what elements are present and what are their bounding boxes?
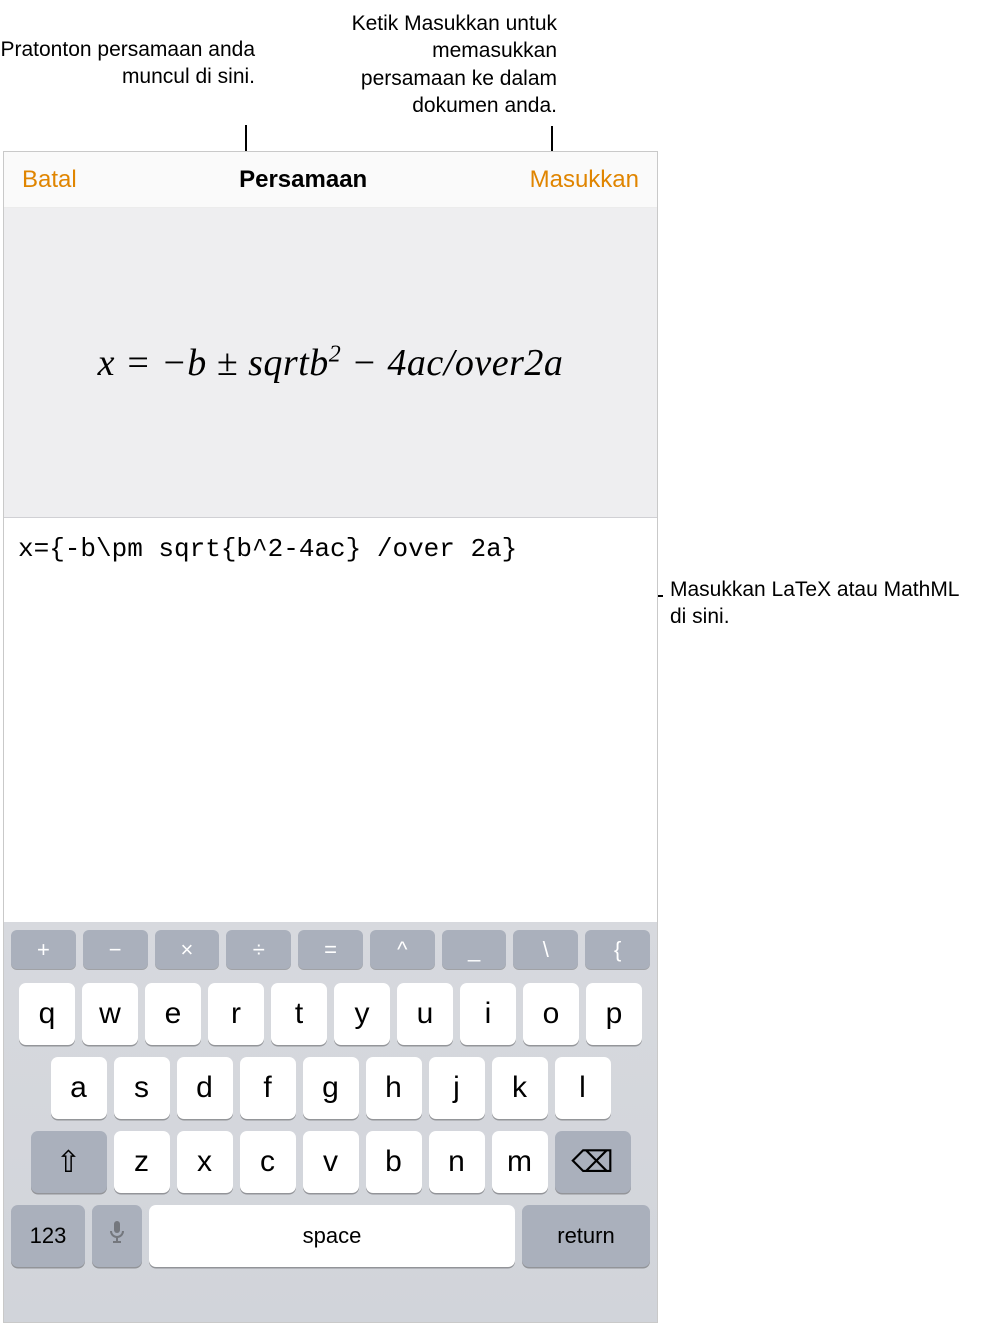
key-l[interactable]: l: [555, 1057, 611, 1119]
key-÷[interactable]: ÷: [226, 930, 291, 969]
key-h[interactable]: h: [366, 1057, 422, 1119]
space-label: space: [303, 1223, 362, 1249]
key-−[interactable]: −: [83, 930, 148, 969]
key-f[interactable]: f: [240, 1057, 296, 1119]
key-q[interactable]: q: [19, 983, 75, 1045]
key-r[interactable]: r: [208, 983, 264, 1045]
key-i[interactable]: i: [460, 983, 516, 1045]
key-×[interactable]: ×: [155, 930, 220, 969]
symbol-row: +−×÷=^_\{: [4, 930, 657, 977]
callout-preview: Pratonton persamaan anda muncul di sini.: [0, 36, 255, 91]
callout-input: Masukkan LaTeX atau MathML di sini.: [670, 576, 970, 631]
key-k[interactable]: k: [492, 1057, 548, 1119]
return-label: return: [557, 1223, 614, 1249]
equation-preview: x = −b ± sqrtb2 − 4ac/over2a: [4, 208, 657, 518]
key-z[interactable]: z: [114, 1131, 170, 1193]
key-{[interactable]: {: [585, 930, 650, 969]
keyboard-row-3: ⇧ zxcvbnm ⌫: [4, 1125, 657, 1199]
key-v[interactable]: v: [303, 1131, 359, 1193]
title-label: Persamaan: [239, 166, 367, 194]
keyboard-row-1: qwertyuiop: [4, 977, 657, 1051]
key-e[interactable]: e: [145, 983, 201, 1045]
callout-input-text: Masukkan LaTeX atau MathML di sini.: [670, 578, 959, 628]
key-^[interactable]: ^: [370, 930, 435, 969]
numbers-key[interactable]: 123: [11, 1205, 85, 1267]
keyboard-row-2: asdfghjkl: [4, 1051, 657, 1125]
mic-key[interactable]: [92, 1205, 142, 1267]
key-x[interactable]: x: [177, 1131, 233, 1193]
key-\[interactable]: \: [513, 930, 578, 969]
insert-button[interactable]: Masukkan: [530, 166, 639, 194]
callout-insert-text: Ketik Masukkan untuk memasukkan persamaa…: [352, 12, 557, 117]
key-c[interactable]: c: [240, 1131, 296, 1193]
key-=[interactable]: =: [298, 930, 363, 969]
key-b[interactable]: b: [366, 1131, 422, 1193]
key-g[interactable]: g: [303, 1057, 359, 1119]
key-_[interactable]: _: [442, 930, 507, 969]
key-d[interactable]: d: [177, 1057, 233, 1119]
key-u[interactable]: u: [397, 983, 453, 1045]
shift-icon: ⇧: [56, 1145, 81, 1180]
key-t[interactable]: t: [271, 983, 327, 1045]
return-key[interactable]: return: [522, 1205, 650, 1267]
key-m[interactable]: m: [492, 1131, 548, 1193]
key-j[interactable]: j: [429, 1057, 485, 1119]
backspace-icon: ⌫: [571, 1145, 613, 1180]
equation-source-input[interactable]: x={-b\pm sqrt{b^2-4ac} /over 2a}: [4, 518, 657, 924]
key-a[interactable]: a: [51, 1057, 107, 1119]
cancel-button[interactable]: Batal: [22, 166, 77, 194]
key-+[interactable]: +: [11, 930, 76, 969]
key-n[interactable]: n: [429, 1131, 485, 1193]
shift-key[interactable]: ⇧: [31, 1131, 107, 1193]
keyboard: +−×÷=^_\{ qwertyuiop asdfghjkl ⇧ zxcvbnm…: [4, 922, 657, 1322]
key-y[interactable]: y: [334, 983, 390, 1045]
key-p[interactable]: p: [586, 983, 642, 1045]
numbers-label: 123: [30, 1223, 67, 1249]
mic-icon: [107, 1219, 127, 1253]
backspace-key[interactable]: ⌫: [555, 1131, 631, 1193]
key-s[interactable]: s: [114, 1057, 170, 1119]
equation-editor-window: Batal Persamaan Masukkan x = −b ± sqrtb2…: [3, 151, 658, 1323]
keyboard-bottom-row: 123 space return: [4, 1199, 657, 1273]
rendered-equation: x = −b ± sqrtb2 − 4ac/over2a: [98, 341, 564, 385]
space-key[interactable]: space: [149, 1205, 515, 1267]
callout-preview-text: Pratonton persamaan anda muncul di sini.: [0, 38, 255, 88]
callout-insert: Ketik Masukkan untuk memasukkan persamaa…: [332, 10, 557, 119]
key-o[interactable]: o: [523, 983, 579, 1045]
top-bar: Batal Persamaan Masukkan: [4, 152, 657, 208]
key-w[interactable]: w: [82, 983, 138, 1045]
equation-source-text: x={-b\pm sqrt{b^2-4ac} /over 2a}: [18, 534, 643, 564]
